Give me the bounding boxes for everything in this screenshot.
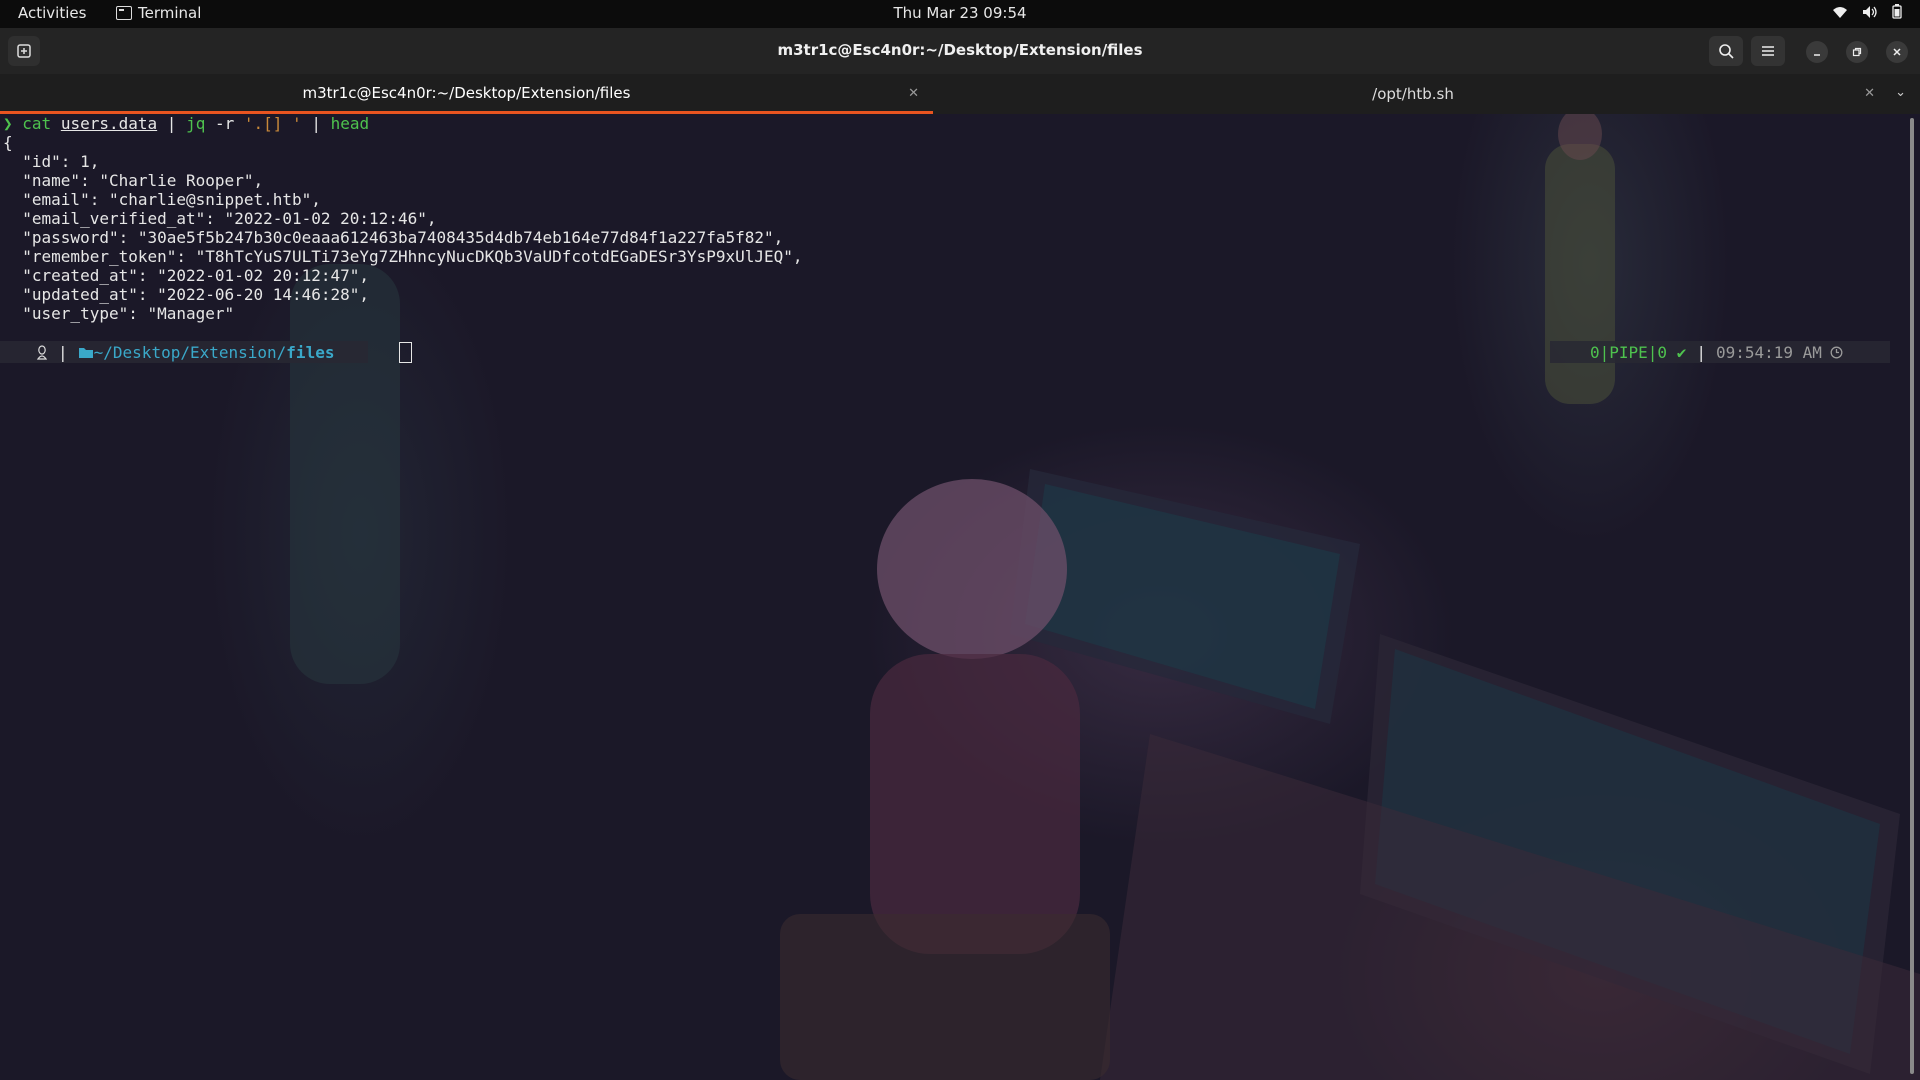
folder-icon [78, 347, 93, 358]
hamburger-icon [1762, 46, 1774, 56]
shell-prompt-right: 0|PIPE|0 ✔ | 09:54:19 AM [1550, 341, 1890, 363]
tab-bar: m3tr1c@Esc4n0r:~/Desktop/Extension/files… [0, 74, 1920, 114]
output-line: "email": "charlie@snippet.htb", [3, 190, 321, 209]
terminal-area[interactable]: ❯ cat users.data | jq -r '.[] ' | head {… [0, 114, 1920, 1080]
output-line: "updated_at": "2022-06-20 14:46:28", [3, 285, 370, 304]
wifi-icon [1833, 6, 1847, 18]
system-top-bar: Activities Terminal Thu Mar 23 09:54 [0, 0, 1920, 28]
cmd-jq: jq [186, 114, 206, 133]
clock[interactable]: Thu Mar 23 09:54 [0, 4, 1920, 22]
output-line: "email_verified_at": "2022-01-02 20:12:4… [3, 209, 437, 228]
output-line: { [3, 133, 13, 152]
cmd-head: head [330, 114, 370, 133]
window-title: m3tr1c@Esc4n0r:~/Desktop/Extension/files [777, 41, 1143, 59]
output-line: "user_type": "Manager" [3, 304, 235, 323]
cmd-file: users.data [60, 114, 158, 133]
cmd-filter: '.[] ' [243, 114, 302, 133]
tab-label: m3tr1c@Esc4n0r:~/Desktop/Extension/files [302, 83, 631, 102]
restore-icon [1852, 47, 1862, 57]
search-icon [1719, 44, 1734, 59]
command-line: ❯ cat users.data | jq -r '.[] ' | head [3, 114, 369, 133]
maximize-button[interactable] [1846, 41, 1868, 63]
output-line: "id": 1, [3, 152, 100, 171]
cmd-pipe: | [311, 114, 321, 133]
system-tray[interactable] [1832, 4, 1902, 19]
tab-label: /opt/htb.sh [1372, 85, 1454, 103]
tab-terminal-files[interactable]: m3tr1c@Esc4n0r:~/Desktop/Extension/files… [0, 74, 933, 114]
hamburger-menu-button[interactable] [1751, 36, 1785, 66]
clock-icon [1830, 346, 1843, 358]
minimize-icon [1814, 54, 1820, 56]
prompt-separator: | [1696, 342, 1706, 362]
terminal-cursor [399, 342, 412, 363]
cmd-pipe: | [166, 114, 177, 133]
prompt-separator: | [58, 342, 68, 362]
pipe-status: 0|PIPE|0 ✔ [1590, 342, 1687, 362]
volume-icon [1863, 5, 1877, 18]
tab-close-icon[interactable]: ✕ [908, 86, 919, 101]
tab-close-icon[interactable]: ✕ [1864, 86, 1875, 101]
prompt-symbol: ❯ [3, 114, 13, 133]
tab-list-chevron-down-icon[interactable]: ⌄ [1895, 85, 1906, 100]
output-line: "password": "30ae5f5b247b30c0eaaa612463b… [3, 228, 784, 247]
prompt-path-current: files [286, 342, 335, 362]
search-button[interactable] [1709, 36, 1743, 66]
shell-prompt-left: | ~/Desktop/Extension/files [0, 341, 369, 363]
terminal-scrollbar[interactable] [1910, 118, 1914, 1074]
output-line: "name": "Charlie Rooper", [3, 171, 264, 190]
prompt-time: 09:54:19 AM [1715, 342, 1822, 362]
close-button[interactable] [1886, 41, 1908, 63]
prompt-path-prefix: ~/Desktop/Extension/ [93, 342, 287, 362]
output-line: "remember_token": "T8hTcYuS7ULTi73eYg7ZH… [3, 247, 803, 266]
cmd-cat: cat [22, 114, 52, 133]
minimize-button[interactable] [1806, 41, 1828, 63]
battery-icon [1892, 4, 1902, 19]
cmd-flag: -r [214, 114, 235, 133]
tab-htb-sh[interactable]: /opt/htb.sh ✕ [933, 74, 1893, 114]
linux-tux-icon [36, 344, 48, 360]
close-icon [1893, 48, 1901, 56]
output-line: "created_at": "2022-01-02 20:12:47", [3, 266, 370, 285]
window-header-bar: m3tr1c@Esc4n0r:~/Desktop/Extension/files [0, 28, 1920, 74]
